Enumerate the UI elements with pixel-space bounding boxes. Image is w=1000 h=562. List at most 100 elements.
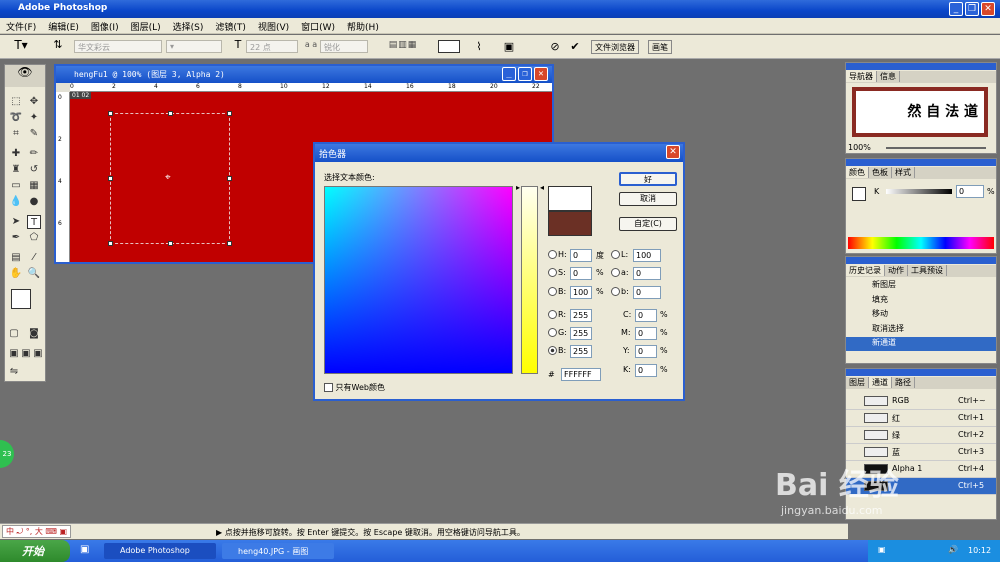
doc-restore-button[interactable]: ❐ <box>518 67 532 81</box>
menu-file[interactable]: 文件(F) <box>0 18 42 35</box>
panel-fg-swatch[interactable] <box>852 187 866 201</box>
radio-lab-b[interactable] <box>611 287 620 296</box>
quickmask-mode-icon[interactable]: ◙ <box>27 327 41 341</box>
crop-tool-icon[interactable]: ⌗ <box>9 127 23 141</box>
channel-row[interactable]: RGB Ctrl+~ <box>846 393 996 410</box>
minimize-button[interactable]: _ <box>949 2 963 16</box>
pen-tool-icon[interactable]: ✒ <box>9 231 23 245</box>
transform-handle[interactable] <box>108 176 113 181</box>
c-input[interactable]: 0 <box>635 309 657 322</box>
toolbox-eye-logo-icon[interactable]: 👁 <box>5 65 45 87</box>
anti-alias-select[interactable]: 锐化 <box>320 40 368 53</box>
lab-b-input[interactable]: 0 <box>633 286 661 299</box>
tab-history[interactable]: 历史记录 <box>846 265 885 276</box>
tab-paths[interactable]: 路径 <box>892 377 915 388</box>
transform-handle[interactable] <box>108 241 113 246</box>
stamp-tool-icon[interactable]: ♜ <box>9 163 23 177</box>
tab-channels[interactable]: 通道 <box>869 377 892 388</box>
menu-select[interactable]: 选择(S) <box>167 18 210 35</box>
transform-handle[interactable] <box>227 241 232 246</box>
tab-actions[interactable]: 动作 <box>885 265 908 276</box>
warp-text-icon[interactable]: ⌇ <box>472 40 486 53</box>
custom-button[interactable]: 自定(C) <box>619 217 677 231</box>
gradient-tool-icon[interactable]: ▦ <box>27 179 41 193</box>
zoom-tool-icon[interactable]: 🔍 <box>27 267 41 281</box>
task-paint[interactable]: heng40.JPG - 画图 <box>222 543 334 559</box>
eyedropper-icon[interactable]: ⁄ <box>27 251 41 265</box>
slice-tool-icon[interactable]: ✎ <box>27 127 41 141</box>
color-ramp[interactable] <box>848 237 994 249</box>
color-field[interactable] <box>324 186 513 374</box>
hue-slider-right-arrow-icon[interactable]: ◂ <box>540 183 544 192</box>
radio-g[interactable] <box>548 328 557 337</box>
text-tool-preset-icon[interactable]: T▾ <box>6 38 36 52</box>
text-color-swatch[interactable] <box>438 40 460 53</box>
lasso-tool-icon[interactable]: ➰ <box>9 111 23 125</box>
g-input[interactable]: 255 <box>570 327 592 340</box>
radio-r[interactable] <box>548 310 557 319</box>
b-input[interactable]: 100 <box>570 286 592 299</box>
menu-image[interactable]: 图像(I) <box>85 18 125 35</box>
foreground-color-swatch[interactable] <box>11 289 31 309</box>
transform-center-icon[interactable]: ⌖ <box>165 172 171 183</box>
tab-styles[interactable]: 样式 <box>892 167 915 178</box>
radio-b[interactable] <box>548 287 557 296</box>
tab-info[interactable]: 信息 <box>877 71 900 82</box>
magic-wand-icon[interactable]: ✦ <box>27 111 41 125</box>
menu-help[interactable]: 帮助(H) <box>341 18 385 35</box>
a-input[interactable]: 0 <box>633 267 661 280</box>
blur-tool-icon[interactable]: 💧 <box>9 195 23 209</box>
channel-row[interactable]: 红 Ctrl+1 <box>846 410 996 427</box>
channel-row[interactable]: 蓝 Ctrl+3 <box>846 444 996 461</box>
quick-launch-icon[interactable]: ▣ <box>80 544 89 555</box>
radio-a[interactable] <box>611 268 620 277</box>
h-input[interactable]: 0 <box>570 249 592 262</box>
k-value-input[interactable]: 0 <box>956 185 984 198</box>
ime-toolbar[interactable]: 中 ⤾ °, 大 ⌨ ▣ <box>2 525 72 538</box>
text-orientation-icon[interactable]: ⇅ <box>50 38 66 51</box>
marquee-tool-icon[interactable]: ⬚ <box>9 95 23 109</box>
transform-handle[interactable] <box>168 111 173 116</box>
menu-window[interactable]: 窗口(W) <box>295 18 341 35</box>
palettes-icon[interactable]: ▣ <box>502 40 516 53</box>
restore-button[interactable]: ❐ <box>965 2 979 16</box>
tab-color[interactable]: 颜色 <box>846 167 869 178</box>
transform-handle[interactable] <box>108 111 113 116</box>
radio-l[interactable] <box>611 250 620 259</box>
s-input[interactable]: 0 <box>570 267 592 280</box>
hue-slider-left-arrow-icon[interactable]: ▸ <box>516 183 520 192</box>
k-input[interactable]: 0 <box>635 364 657 377</box>
clock[interactable]: 10:12 <box>968 546 991 555</box>
hue-slider[interactable]: ▸ ◂ <box>516 183 544 374</box>
cancel-edit-icon[interactable]: ⊘ <box>548 40 562 53</box>
current-color-swatch[interactable] <box>548 211 592 236</box>
tab-swatches[interactable]: 色板 <box>869 167 892 178</box>
cancel-button[interactable]: 取消 <box>619 192 677 206</box>
standard-mode-icon[interactable]: ▢ <box>7 327 21 341</box>
history-item[interactable]: 填充 <box>846 294 996 308</box>
align-buttons-icon[interactable]: ▤▥▦ <box>376 40 430 53</box>
hand-tool-icon[interactable]: ✋ <box>9 267 23 281</box>
tray-icon[interactable]: ▣ <box>878 545 886 554</box>
k-slider[interactable] <box>886 189 952 194</box>
text-bounding-box[interactable]: ⌖ <box>108 111 232 246</box>
history-item-selected[interactable]: 新通道 <box>846 337 996 351</box>
shape-tool-icon[interactable]: ⬠ <box>27 231 41 245</box>
channel-row[interactable]: 绿 Ctrl+2 <box>846 427 996 444</box>
tab-navigator[interactable]: 导航器 <box>846 71 877 82</box>
close-button[interactable]: ✕ <box>981 2 995 16</box>
doc-minimize-button[interactable]: _ <box>502 67 516 81</box>
radio-blue[interactable] <box>548 346 557 355</box>
eraser-tool-icon[interactable]: ▭ <box>9 179 23 193</box>
m-input[interactable]: 0 <box>635 327 657 340</box>
y-input[interactable]: 0 <box>635 345 657 358</box>
start-button[interactable]: 开始 <box>0 540 70 562</box>
notes-tool-icon[interactable]: ▤ <box>9 251 23 265</box>
float-badge[interactable]: 23 <box>0 440 14 468</box>
font-size-select[interactable]: 22 点 <box>246 40 298 53</box>
dialog-close-button[interactable]: ✕ <box>666 145 680 159</box>
history-item[interactable]: 移动 <box>846 308 996 322</box>
transform-handle[interactable] <box>168 241 173 246</box>
tab-file-browser[interactable]: 文件浏览器 <box>591 40 639 54</box>
l-input[interactable]: 100 <box>633 249 661 262</box>
